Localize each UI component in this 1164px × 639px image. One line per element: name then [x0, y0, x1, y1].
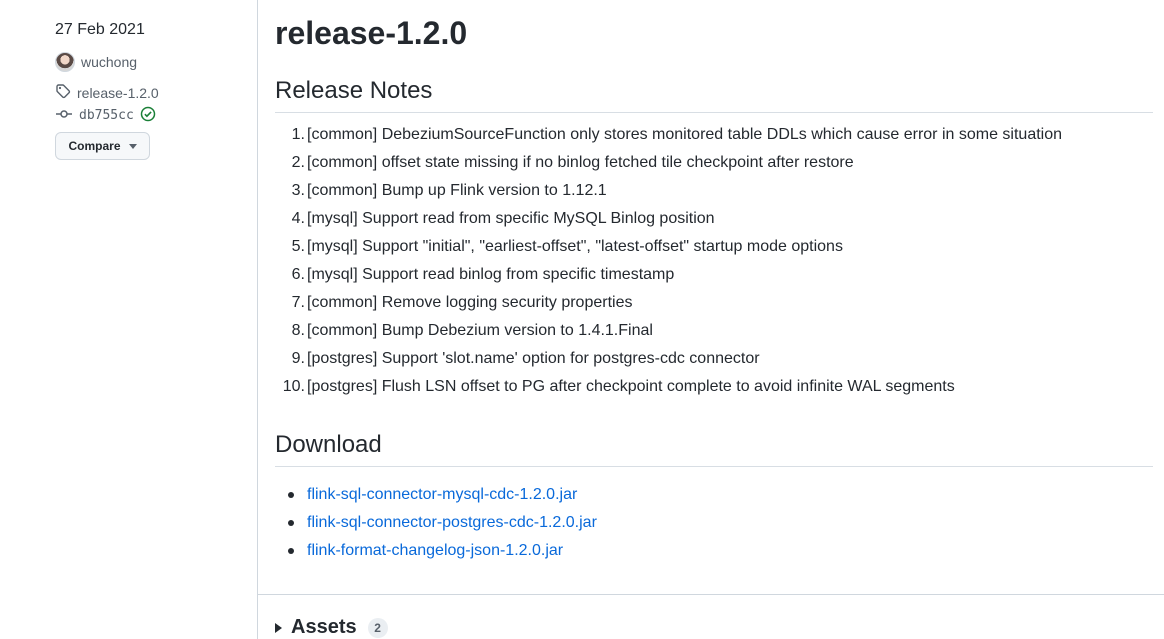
release-note-item: 4. [mysql] Support read from specific MyS… — [292, 205, 1147, 233]
list-number: 5. — [291, 238, 305, 255]
release-date: 27 Feb 2021 — [55, 21, 145, 38]
caret-down-icon — [128, 143, 137, 149]
list-number: 6. — [291, 266, 305, 283]
release-content: release-1.2.0 Release Notes 1. [common] D… — [275, 0, 1153, 639]
commit-sha[interactable]: db755cc — [79, 108, 134, 123]
download-link[interactable]: flink-sql-connector-mysql-cdc-1.2.0.jar — [307, 486, 577, 503]
assets-count-badge: 2 — [367, 617, 388, 638]
tag-link[interactable]: release-1.2.0 — [55, 83, 159, 102]
list-number: 2. — [291, 154, 305, 171]
list-number: 8. — [291, 322, 305, 339]
release-note-item: 5. [mysql] Support "initial", "earliest-o… — [292, 233, 1147, 261]
release-note-text: [postgres] Support 'slot.name' option fo… — [307, 350, 760, 367]
download-link[interactable]: flink-format-changelog-json-1.2.0.jar — [307, 542, 563, 559]
release-note-item: 1. [common] DebeziumSourceFunction only s… — [292, 121, 1147, 149]
release-note-text: [mysql] Support "initial", "earliest-off… — [307, 238, 843, 255]
release-note-item: 3. [common] Bump up Flink version to 1.12… — [292, 177, 1147, 205]
download-item: flink-sql-connector-postgres-cdc-1.2.0.j… — [288, 510, 1147, 538]
compare-label: Compare — [68, 139, 121, 153]
release-note-item: 2. [common] offset state missing if no bi… — [292, 149, 1147, 177]
release-note-item: 9. [postgres] Support 'slot.name' option … — [292, 345, 1147, 373]
tag-icon — [55, 83, 71, 102]
release-note-item: 7. [common] Remove logging security prope… — [292, 289, 1147, 317]
release-note-text: [mysql] Support read from specific MySQL… — [307, 210, 715, 227]
list-number: 1. — [291, 126, 305, 143]
assets-toggle[interactable]: Assets 2 — [275, 616, 388, 639]
release-title[interactable]: release-1.2.0 — [275, 15, 467, 52]
download-list: flink-sql-connector-mysql-cdc-1.2.0.jar f… — [288, 482, 1147, 566]
assets-divider — [258, 594, 1164, 595]
author[interactable]: wuchong — [55, 52, 137, 72]
compare-button[interactable]: Compare — [55, 132, 150, 160]
release-note-text: [common] DebeziumSourceFunction only sto… — [307, 126, 1063, 143]
check-circle-icon[interactable] — [140, 106, 156, 125]
download-item: flink-format-changelog-json-1.2.0.jar — [288, 538, 1147, 566]
release-note-text: [common] Bump up Flink version to 1.12.1 — [307, 182, 607, 199]
download-item: flink-sql-connector-mysql-cdc-1.2.0.jar — [288, 482, 1147, 510]
list-number: 10. — [282, 378, 305, 395]
release-note-item: 6. [mysql] Support read binlog from speci… — [292, 261, 1147, 289]
assets-label: Assets — [291, 616, 357, 638]
release-note-text: [common] Bump Debezium version to 1.4.1.… — [307, 322, 653, 339]
download-link[interactable]: flink-sql-connector-postgres-cdc-1.2.0.j… — [307, 514, 597, 531]
download-heading: Download — [275, 431, 1153, 467]
release-note-item: 8. [common] Bump Debezium version to 1.4.… — [292, 317, 1147, 345]
release-sidebar: 27 Feb 2021 wuchong release-1.2.0 db755c… — [0, 0, 258, 639]
release-notes-list: 1. [common] DebeziumSourceFunction only s… — [283, 121, 1147, 401]
release-note-text: [common] Remove logging security propert… — [307, 294, 633, 311]
commit-link[interactable]: db755cc — [55, 106, 156, 125]
release-note-text: [mysql] Support read binlog from specifi… — [307, 266, 675, 283]
release-note-item: 10. [postgres] Flush LSN offset to PG aft… — [283, 373, 1147, 401]
list-number: 9. — [291, 350, 305, 367]
list-number: 4. — [291, 210, 305, 227]
release-notes-heading: Release Notes — [275, 77, 1153, 113]
release-note-text: [postgres] Flush LSN offset to PG after … — [307, 378, 955, 395]
author-name[interactable]: wuchong — [81, 54, 137, 70]
list-number: 7. — [291, 294, 305, 311]
commit-icon — [55, 106, 73, 125]
avatar[interactable] — [55, 52, 75, 72]
expand-triangle-icon[interactable] — [275, 622, 282, 633]
tag-name[interactable]: release-1.2.0 — [77, 85, 159, 101]
list-number: 3. — [291, 182, 305, 199]
release-note-text: [common] offset state missing if no binl… — [307, 154, 854, 171]
